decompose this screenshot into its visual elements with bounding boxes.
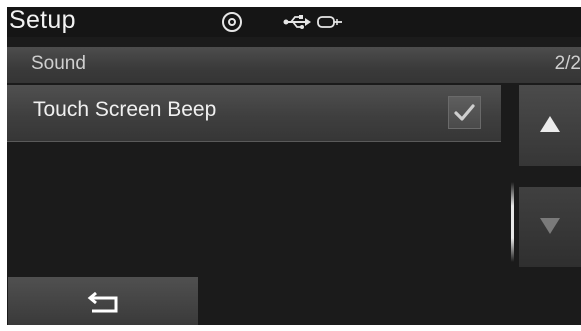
disc-icon <box>221 11 243 38</box>
up-arrow-icon <box>540 116 560 132</box>
aux-icon <box>317 15 343 34</box>
scroll-down-button[interactable] <box>519 187 581 267</box>
header-bar: Setup <box>7 7 581 37</box>
list-item-label: Touch Screen Beep <box>33 98 217 121</box>
scroll-up-button[interactable] <box>519 85 581 166</box>
checkmark-icon <box>454 104 475 121</box>
section-title: Sound <box>31 53 86 74</box>
back-button[interactable] <box>8 277 198 325</box>
usb-icon <box>283 14 311 35</box>
page-title: Setup <box>9 7 76 34</box>
down-arrow-icon <box>540 218 560 234</box>
screen: Setup Sound 2/2 Touch Screen Beep <box>0 0 581 331</box>
page-indicator: 2/2 <box>554 53 581 74</box>
scrollbar-track[interactable] <box>511 182 514 262</box>
setup-panel: Setup Sound 2/2 Touch Screen Beep <box>7 7 581 325</box>
list-item-touch-screen-beep[interactable]: Touch Screen Beep <box>7 85 501 142</box>
touch-screen-beep-checkbox[interactable] <box>448 96 481 129</box>
back-icon <box>87 291 118 313</box>
settings-list: Touch Screen Beep <box>7 85 512 271</box>
section-header: Sound 2/2 <box>7 47 581 83</box>
